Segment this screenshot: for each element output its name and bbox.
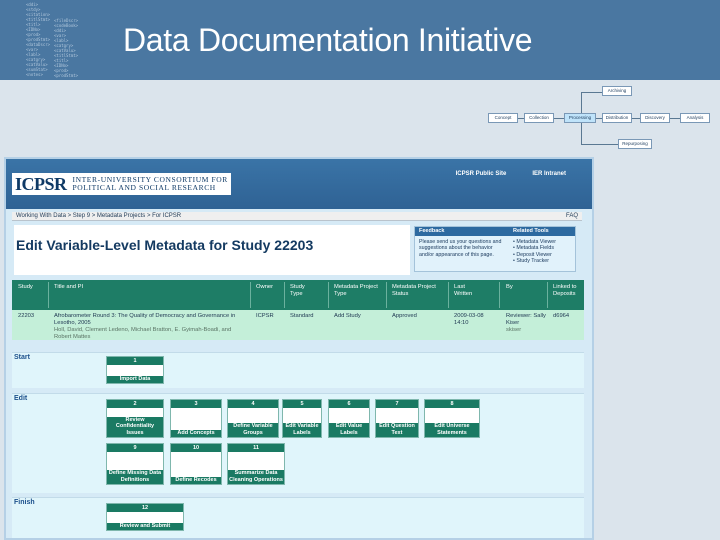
section-edit-label: Edit bbox=[14, 395, 28, 402]
study-number: 22203 bbox=[274, 237, 314, 253]
lifecycle-node-distribution: Distribution bbox=[602, 113, 632, 123]
breadcrumb-bar: Working With Data > Step 9 > Metadata Pr… bbox=[12, 212, 582, 221]
step-summarize-data-cleaning[interactable]: 11 Summarize Data Cleaning Operations bbox=[227, 443, 285, 485]
cell-owner: ICPSR bbox=[256, 313, 274, 319]
feedback-tools-box: Feedback Related Tools Please send us yo… bbox=[414, 226, 576, 272]
cell-title: Afrobarometer Round 3: The Quality of De… bbox=[54, 313, 236, 340]
lifecycle-node-processing: Processing bbox=[564, 113, 596, 123]
step-review-and-submit[interactable]: 12 Review and Submit bbox=[106, 503, 184, 531]
slide-header: <ddi> <stdy> <citation> <titlStmt> <titl… bbox=[0, 0, 720, 80]
slide-title: Data Documentation Initiative bbox=[123, 22, 533, 58]
feedback-heading: Feedback bbox=[419, 228, 445, 234]
lifecycle-node-collection: Collection bbox=[524, 113, 554, 123]
section-start-label: Start bbox=[14, 354, 30, 361]
lifecycle-diagram: Archiving Concept Collection Processing … bbox=[484, 84, 720, 154]
side-box-header: Feedback Related Tools bbox=[415, 227, 575, 236]
icpsr-logo[interactable]: ICPSR INTER-UNIVERSITY CONSORTIUM FOR PO… bbox=[12, 173, 231, 195]
logo-acronym: ICPSR bbox=[15, 173, 67, 194]
col-study-type: Study Type bbox=[290, 284, 305, 297]
ddi-xml-texture: <ddi> <stdy> <citation> <titlStmt> <titl… bbox=[0, 0, 110, 80]
col-study: Study bbox=[18, 284, 33, 290]
col-project-type: Metadata Project Type bbox=[334, 284, 378, 297]
col-divider bbox=[448, 282, 449, 308]
start-section bbox=[12, 352, 584, 388]
col-divider bbox=[499, 282, 500, 308]
feedback-text[interactable]: Please send us your questions and sugges… bbox=[419, 239, 509, 258]
lifecycle-node-concept: Concept bbox=[488, 113, 518, 123]
tool-study-tracker[interactable]: • Study Tracker bbox=[513, 258, 556, 264]
lifecycle-node-repurposing: Repurposing bbox=[618, 139, 652, 149]
col-linked: Linked to Deposits bbox=[553, 284, 577, 297]
tool-deposit-viewer[interactable]: • Deposit Viewer bbox=[513, 252, 556, 258]
col-divider bbox=[386, 282, 387, 308]
col-divider bbox=[250, 282, 251, 308]
finish-section bbox=[12, 497, 584, 538]
faq-link[interactable]: FAQ bbox=[566, 213, 578, 219]
table-row[interactable]: 22203 Afrobarometer Round 3: The Quality… bbox=[12, 310, 584, 340]
cell-last-written: 2009-03-08 14:10 bbox=[454, 313, 484, 326]
related-tools-heading: Related Tools bbox=[513, 228, 549, 234]
lifecycle-node-discovery: Discovery bbox=[640, 113, 670, 123]
step-edit-universe-statements[interactable]: 8 Edit Universe Statements bbox=[424, 399, 480, 438]
col-divider bbox=[48, 282, 49, 308]
flow-line bbox=[581, 144, 621, 145]
icpsr-screenshot: ICPSR INTER-UNIVERSITY CONSORTIUM FOR PO… bbox=[4, 157, 594, 540]
section-finish-label: Finish bbox=[14, 499, 35, 506]
col-divider bbox=[284, 282, 285, 308]
related-tools-list: • Metadata Viewer • Metadata Fields • De… bbox=[513, 239, 556, 264]
col-by: By bbox=[506, 284, 513, 290]
study-table: Study Title and PI Owner Study Type Meta… bbox=[12, 280, 584, 340]
col-last-written: Last Written bbox=[454, 284, 473, 297]
col-project-status: Metadata Project Status bbox=[392, 284, 436, 297]
step-edit-variable-labels[interactable]: 5 Edit Variable Labels bbox=[282, 399, 322, 438]
step-review-confidentiality[interactable]: 2 Review Confidentiality Issues bbox=[106, 399, 164, 438]
tool-metadata-fields[interactable]: • Metadata Fields bbox=[513, 245, 556, 251]
cell-project-type: Add Study bbox=[334, 313, 361, 319]
cell-study: 22203 bbox=[18, 313, 35, 319]
step-edit-question-text[interactable]: 7 Edit Question Text bbox=[375, 399, 419, 438]
lifecycle-node-analysis: Analysis bbox=[680, 113, 710, 123]
cell-status: Approved bbox=[392, 313, 417, 319]
breadcrumb[interactable]: Working With Data > Step 9 > Metadata Pr… bbox=[16, 213, 181, 219]
col-title: Title and PI bbox=[54, 284, 84, 290]
step-define-variable-groups[interactable]: 4 Define Variable Groups bbox=[227, 399, 279, 438]
header-links: ICPSR Public Site IER Intranet bbox=[456, 171, 566, 177]
link-icpsr-public-site[interactable]: ICPSR Public Site bbox=[456, 171, 507, 177]
step-define-recodes[interactable]: 10 Define Recodes bbox=[170, 443, 222, 485]
cell-by: Reviewer: Sally Kiser skiser bbox=[506, 313, 546, 333]
col-owner: Owner bbox=[256, 284, 274, 290]
step-define-missing-data[interactable]: 9 Define Missing Data Definitions bbox=[106, 443, 164, 485]
col-divider bbox=[547, 282, 548, 308]
logo-full-name: INTER-UNIVERSITY CONSORTIUM FOR POLITICA… bbox=[72, 174, 228, 192]
texture-col: <fileDscr> <codeBook> <ddi> <var> <labl>… bbox=[54, 18, 79, 78]
step-import-data[interactable]: 1 Import Data bbox=[106, 356, 164, 384]
app-header: ICPSR INTER-UNIVERSITY CONSORTIUM FOR PO… bbox=[6, 159, 592, 209]
step-add-concepts[interactable]: 3 Add Concepts bbox=[170, 399, 222, 438]
link-ier-intranet[interactable]: IER Intranet bbox=[532, 171, 566, 177]
step-edit-value-labels[interactable]: 6 Edit Value Labels bbox=[328, 399, 370, 438]
page-title: Edit Variable-Level Metadata for Study 2… bbox=[16, 237, 314, 253]
cell-linked[interactable]: d6964 bbox=[553, 313, 569, 320]
table-header: Study Title and PI Owner Study Type Meta… bbox=[12, 280, 584, 310]
lifecycle-node-archiving: Archiving bbox=[602, 86, 632, 96]
cell-study-type: Standard bbox=[290, 313, 314, 319]
col-divider bbox=[328, 282, 329, 308]
texture-col: <ddi> <stdy> <citation> <titlStmt> <titl… bbox=[26, 2, 51, 77]
